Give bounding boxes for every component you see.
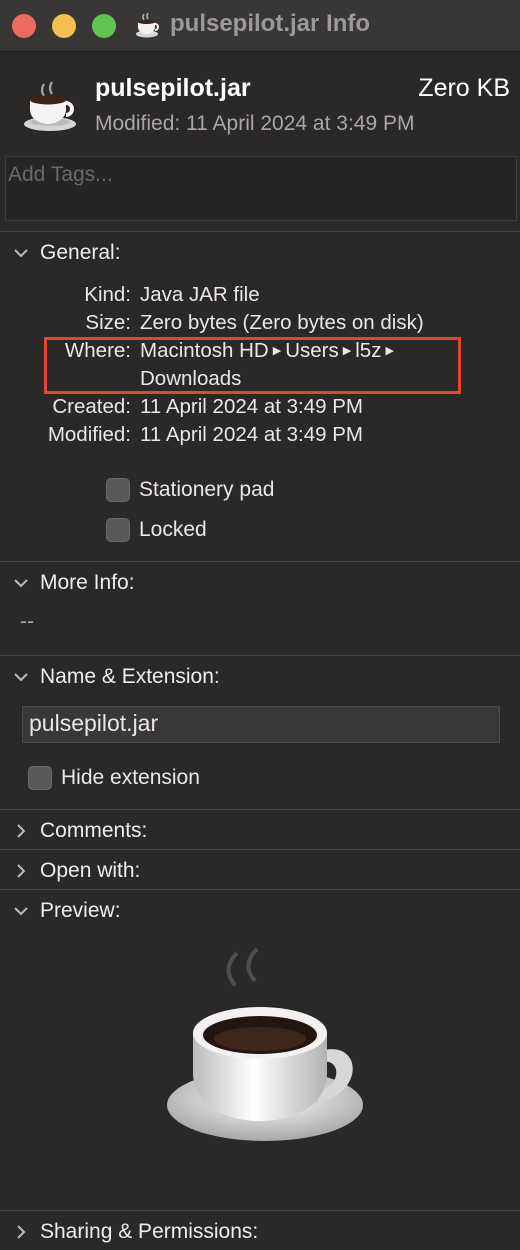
created-value: 11 April 2024 at 3:49 PM — [140, 395, 363, 418]
chevron-down-icon — [14, 579, 28, 588]
file-size: Zero KB — [418, 74, 510, 102]
section-more-info-header[interactable]: More Info: — [12, 571, 135, 595]
chevron-down-icon — [14, 673, 28, 682]
section-open-with-header[interactable]: Open with: — [12, 859, 140, 883]
created-label: Created: — [52, 395, 131, 418]
modified-value: 11 April 2024 at 3:49 PM — [140, 423, 363, 446]
stationery-pad-checkbox[interactable]: Stationery pad — [106, 478, 274, 502]
size-value: Zero bytes (Zero bytes on disk) — [140, 311, 424, 334]
stationery-pad-label: Stationery pad — [139, 478, 275, 501]
chevron-right-icon — [17, 824, 26, 838]
size-label: Size: — [85, 311, 131, 334]
chevron-right-icon — [17, 864, 26, 878]
kind-value: Java JAR file — [140, 283, 260, 306]
kind-label: Kind: — [84, 283, 131, 306]
section-open-with-label: Open with: — [40, 859, 141, 882]
section-preview-header[interactable]: Preview: — [12, 899, 121, 923]
locked-label: Locked — [139, 518, 207, 541]
section-more-info-label: More Info: — [40, 571, 135, 594]
file-icon — [24, 81, 76, 131]
divider — [0, 561, 520, 562]
section-name-extension-header[interactable]: Name & Extension: — [12, 665, 220, 689]
divider — [0, 809, 520, 810]
hide-extension-label: Hide extension — [61, 766, 200, 789]
section-name-extension-label: Name & Extension: — [40, 665, 220, 688]
section-general-label: General: — [40, 241, 121, 264]
chevron-down-icon — [14, 249, 28, 258]
locked-checkbox[interactable]: Locked — [106, 518, 207, 542]
checkbox-box[interactable] — [28, 766, 52, 790]
zoom-window-button[interactable] — [92, 14, 116, 38]
divider — [0, 889, 520, 890]
java-coffee-cup-icon — [136, 12, 159, 38]
checkbox-box[interactable] — [106, 518, 130, 542]
java-coffee-cup-preview-icon — [167, 947, 363, 1141]
divider — [0, 1210, 520, 1211]
section-preview-label: Preview: — [40, 899, 121, 922]
file-name: pulsepilot.jar — [95, 74, 251, 102]
window-title: pulsepilot.jar Info — [170, 10, 371, 37]
tags-input[interactable]: Add Tags... — [5, 156, 517, 221]
hide-extension-checkbox[interactable]: Hide extension — [28, 766, 200, 790]
section-general-header[interactable]: General: — [12, 241, 121, 265]
checkbox-box[interactable] — [106, 478, 130, 502]
divider — [0, 231, 520, 232]
more-info-value: -- — [20, 610, 34, 633]
section-comments-header[interactable]: Comments: — [12, 819, 147, 843]
chevron-right-icon — [17, 1225, 26, 1239]
close-window-button[interactable] — [12, 14, 36, 38]
divider — [0, 849, 520, 850]
file-name-input[interactable]: pulsepilot.jar — [22, 706, 500, 743]
file-modified-date: Modified: 11 April 2024 at 3:49 PM — [95, 112, 415, 135]
chevron-down-icon — [14, 907, 28, 916]
section-sharing-permissions-header[interactable]: Sharing & Permissions: — [12, 1220, 258, 1244]
modified-label: Modified: — [47, 423, 131, 446]
where-highlight-box — [44, 337, 461, 394]
title-bar: pulsepilot.jar Info — [0, 0, 520, 52]
divider — [0, 655, 520, 656]
section-sharing-permissions-label: Sharing & Permissions: — [40, 1220, 259, 1243]
minimize-window-button[interactable] — [52, 14, 76, 38]
section-comments-label: Comments: — [40, 819, 148, 842]
tags-placeholder: Add Tags... — [8, 163, 113, 186]
